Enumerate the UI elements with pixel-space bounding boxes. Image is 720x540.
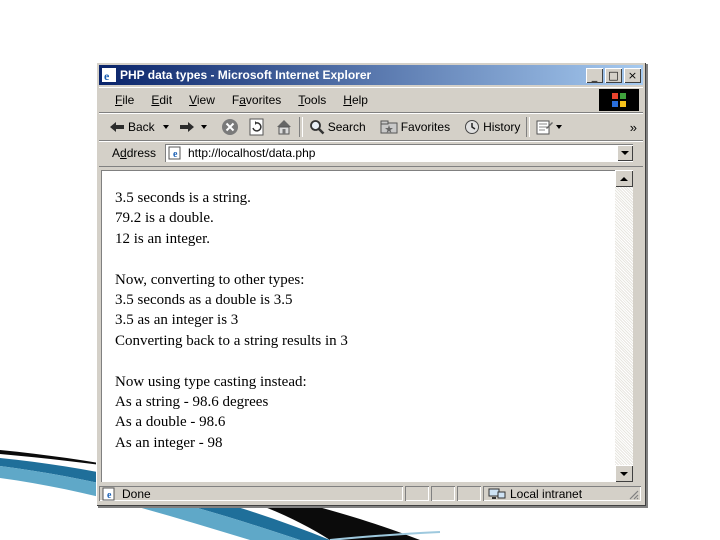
standard-toolbar: Back Search Favorites History » xyxy=(99,113,643,141)
menu-edit[interactable]: Edit xyxy=(151,93,172,107)
status-panel xyxy=(431,486,455,501)
address-url: http://localhost/data.php xyxy=(188,146,316,160)
page-text: 3.5 seconds is a string. 79.2 is a double… xyxy=(101,170,615,453)
content-line: As a double - 98.6 xyxy=(115,414,226,431)
menu-view[interactable]: View xyxy=(189,93,215,107)
status-panel xyxy=(457,486,481,501)
ie-icon: e xyxy=(102,68,116,82)
menu-file[interactable]: File xyxy=(115,93,134,107)
favorites-folder-icon xyxy=(380,120,398,134)
vertical-scrollbar[interactable] xyxy=(615,170,633,482)
scroll-up-button[interactable] xyxy=(615,170,633,187)
arrow-up-icon xyxy=(620,176,628,181)
mail-button[interactable] xyxy=(536,119,563,135)
content-line: Converting back to a string results in 3 xyxy=(115,332,348,349)
toolbar-separator xyxy=(526,117,531,137)
forward-arrow-icon xyxy=(179,122,194,132)
content-line: 3.5 seconds as a double is 3.5 xyxy=(115,291,293,308)
history-icon xyxy=(465,120,480,134)
menu-tools[interactable]: Tools xyxy=(298,93,326,107)
search-button[interactable]: Search xyxy=(309,119,366,135)
page-content: 3.5 seconds is a string. 79.2 is a double… xyxy=(101,170,615,482)
content-line: As a string - 98.6 degrees xyxy=(115,393,269,410)
content-line: Now, converting to other types: xyxy=(115,271,305,288)
home-icon xyxy=(276,120,291,135)
scroll-down-button[interactable] xyxy=(615,465,633,482)
menu-favorites[interactable]: Favorites xyxy=(232,93,281,107)
windows-logo-icon xyxy=(599,89,639,111)
address-field[interactable]: e http://localhost/data.php xyxy=(165,144,633,162)
close-button[interactable]: × xyxy=(624,67,641,83)
forward-button[interactable] xyxy=(179,120,209,134)
mail-icon xyxy=(536,120,554,135)
toolbar-separator xyxy=(298,117,303,137)
back-button[interactable]: Back xyxy=(109,120,171,134)
favorites-button[interactable]: Favorites xyxy=(380,120,450,134)
title-bar: e PHP data types - Microsoft Internet Ex… xyxy=(99,65,643,85)
page-icon: e xyxy=(168,146,181,160)
svg-text:e: e xyxy=(107,490,112,501)
mail-dropdown-icon xyxy=(556,125,563,129)
status-text: Done xyxy=(122,486,151,501)
refresh-button[interactable] xyxy=(249,118,265,136)
stop-button[interactable] xyxy=(221,118,239,136)
forward-dropdown-icon xyxy=(200,125,207,129)
content-line: 3.5 as an integer is 3 xyxy=(115,312,239,329)
resize-grip-icon[interactable] xyxy=(627,488,639,500)
address-bar: Address e http://localhost/data.php xyxy=(99,141,643,167)
status-panel xyxy=(405,486,429,501)
intranet-icon xyxy=(488,488,506,499)
search-icon xyxy=(309,120,325,135)
content-line: Now using type casting instead: xyxy=(115,373,307,390)
maximize-button[interactable]: □ xyxy=(605,67,622,83)
zone-text: Local intranet xyxy=(510,486,583,501)
toolbar-overflow-button[interactable]: » xyxy=(630,120,637,135)
address-label: Address xyxy=(112,146,157,160)
page-done-icon: e xyxy=(102,487,115,501)
home-button[interactable] xyxy=(275,118,293,136)
address-dropdown-button[interactable] xyxy=(617,145,633,161)
browser-window: e PHP data types - Microsoft Internet Ex… xyxy=(96,62,646,506)
history-button[interactable]: History xyxy=(464,119,520,135)
refresh-icon xyxy=(249,118,264,136)
svg-text:e: e xyxy=(173,149,178,160)
content-line: 3.5 seconds is a string. xyxy=(115,190,251,206)
menu-bar: File Edit View Favorites Tools Help xyxy=(99,87,643,113)
arrow-down-icon xyxy=(620,471,628,476)
minimize-button[interactable]: _ xyxy=(586,67,603,83)
status-bar: e Done Local intranet xyxy=(99,484,643,503)
back-dropdown-icon xyxy=(162,125,169,129)
chevron-down-icon xyxy=(621,151,629,155)
back-arrow-icon xyxy=(110,122,124,132)
stop-icon xyxy=(221,119,238,135)
window-title: PHP data types - Microsoft Internet Expl… xyxy=(120,68,372,82)
content-line: 12 is an integer. xyxy=(115,230,210,247)
zone-panel: Local intranet xyxy=(483,486,641,501)
menu-help[interactable]: Help xyxy=(343,93,368,107)
svg-text:e: e xyxy=(104,69,110,82)
content-line: As an integer - 98 xyxy=(115,434,223,451)
status-text-panel: e Done xyxy=(99,486,403,501)
content-line: 79.2 is a double. xyxy=(115,210,214,227)
